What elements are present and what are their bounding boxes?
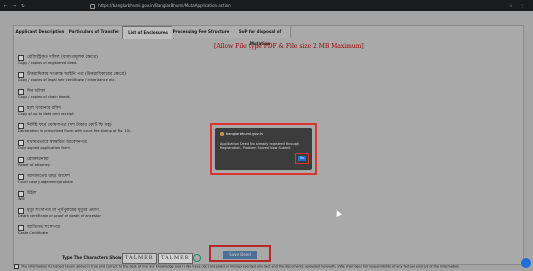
ok-highlight: Ok [295, 153, 309, 164]
dialog-message: Application Deed No already registred th… [220, 142, 300, 151]
dialog-origin: banglarbhumi.gov.in [220, 132, 263, 136]
chat-icon[interactable] [521, 258, 531, 268]
alert-dialog: banglarbhumi.gov.in Application Deed No … [215, 128, 312, 170]
dialog-site-text: banglarbhumi.gov.in [226, 132, 263, 136]
alert-highlight: banglarbhumi.gov.in Application Deed No … [210, 123, 317, 175]
ok-button[interactable]: Ok [298, 156, 306, 161]
site-logo-icon [220, 132, 224, 136]
